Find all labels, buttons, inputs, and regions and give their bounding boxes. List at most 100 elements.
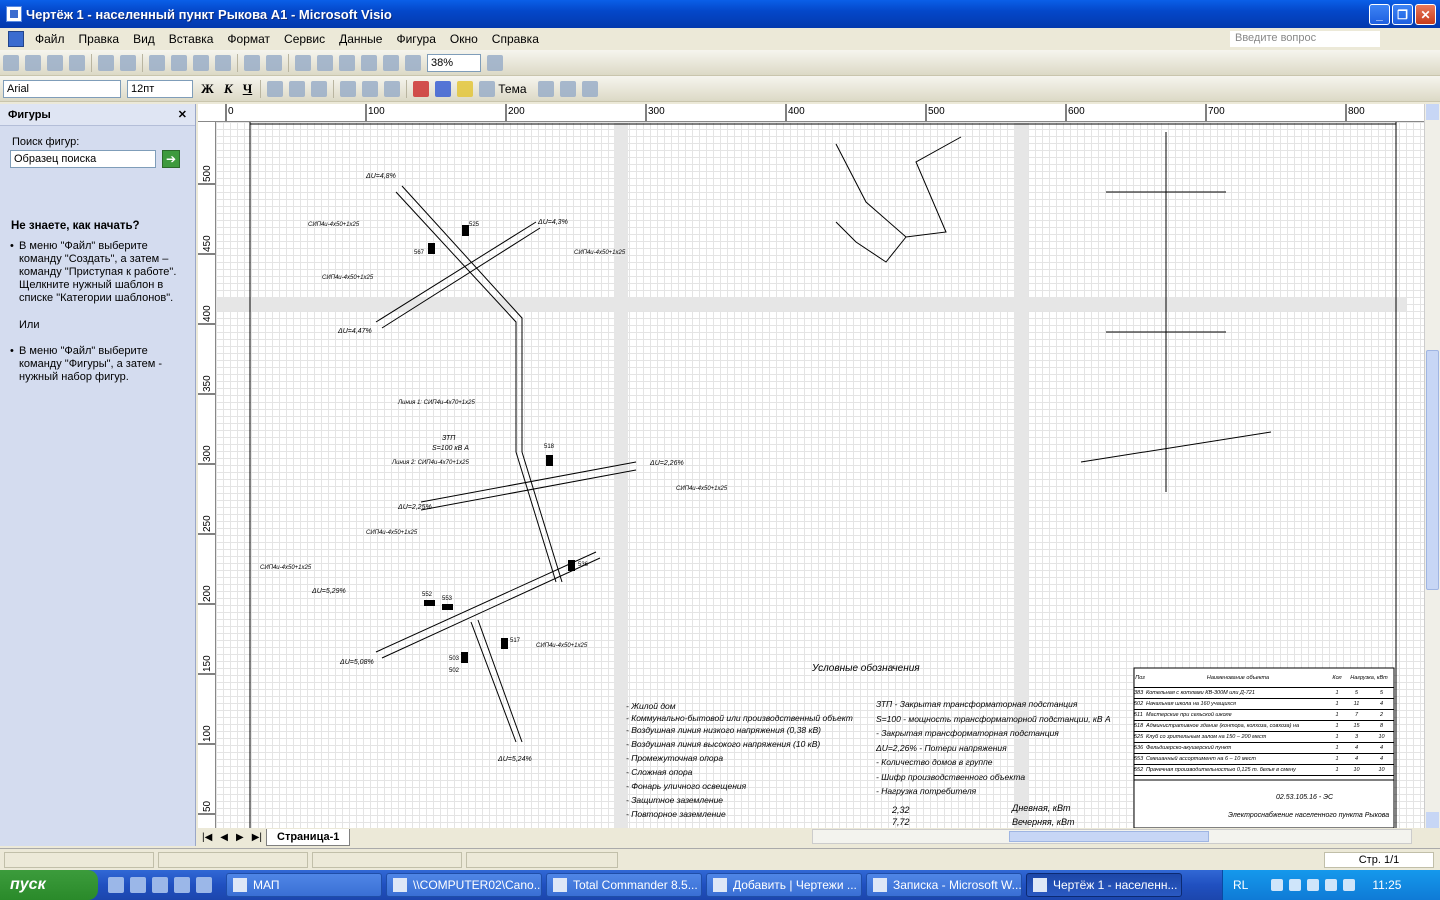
maximize-button[interactable]: ❐ bbox=[1392, 4, 1413, 25]
line-weight-icon[interactable] bbox=[537, 80, 554, 97]
menu-file[interactable]: Файл bbox=[28, 32, 72, 46]
save-icon[interactable] bbox=[47, 54, 63, 71]
ruler-label: 50 bbox=[202, 800, 213, 812]
legend-item: - Фонарь уличного освещения bbox=[626, 781, 747, 791]
font-color-icon[interactable] bbox=[413, 80, 430, 97]
font-size-select[interactable]: 12пт bbox=[127, 79, 193, 98]
search-go-button[interactable]: ➔ bbox=[162, 150, 180, 168]
align-center-icon[interactable] bbox=[289, 80, 306, 97]
horizontal-scroll-thumb[interactable] bbox=[1009, 831, 1209, 842]
tray-icon[interactable] bbox=[1289, 879, 1302, 891]
table-row: 553 Смешанный ассортимент на 6 – 10 мест 1… bbox=[1134, 754, 1394, 765]
taskbar-button-visio[interactable]: Чертёж 1 - населенн... bbox=[1026, 873, 1182, 897]
align-right-icon[interactable] bbox=[311, 80, 328, 97]
fill-color-icon[interactable] bbox=[457, 80, 474, 97]
app-icon[interactable] bbox=[174, 877, 190, 893]
taskbar-button-totalcmd[interactable]: Total Commander 8.5... bbox=[546, 873, 702, 897]
minimize-button[interactable]: _ bbox=[1369, 4, 1390, 25]
tab-page-1[interactable]: Страница-1 bbox=[266, 828, 351, 846]
redo-icon[interactable] bbox=[266, 54, 282, 71]
spelling-icon[interactable] bbox=[120, 54, 136, 71]
text-tool-icon[interactable] bbox=[361, 54, 377, 71]
line-color-icon[interactable] bbox=[435, 80, 452, 97]
taskbar-button-map[interactable]: МАП bbox=[226, 873, 382, 897]
pointer-icon[interactable] bbox=[317, 54, 333, 71]
menu-format[interactable]: Формат bbox=[220, 32, 277, 46]
drawing-canvas[interactable]: ΔU=4,8% ΔU=4,3% ΔU=4,47% ΔU=2,26% ΔU=2,2… bbox=[216, 122, 1424, 828]
prev-page-icon[interactable]: ◀ bbox=[220, 832, 228, 843]
pan-zoom-icon[interactable] bbox=[405, 54, 421, 71]
menu-help[interactable]: Справка bbox=[485, 32, 546, 46]
desktop-icon[interactable] bbox=[130, 877, 146, 893]
line-ends-icon[interactable] bbox=[581, 80, 598, 97]
ruler-label: 300 bbox=[202, 445, 213, 462]
doc-icon[interactable] bbox=[196, 877, 212, 893]
document-icon[interactable] bbox=[8, 31, 24, 47]
ie-icon[interactable] bbox=[108, 877, 124, 893]
format-painter-icon[interactable] bbox=[215, 54, 231, 71]
ruler-label: 250 bbox=[202, 515, 213, 532]
print-preview-icon[interactable] bbox=[98, 54, 114, 71]
taskbar-button-word[interactable]: Записка - Microsoft W... bbox=[866, 873, 1022, 897]
bold-button[interactable]: Ж bbox=[201, 81, 214, 97]
tray-icon[interactable] bbox=[1271, 879, 1284, 891]
next-page-icon[interactable]: ▶ bbox=[236, 832, 244, 843]
shape-search-input[interactable]: Образец поиска bbox=[10, 150, 156, 168]
cut-icon[interactable] bbox=[149, 54, 165, 71]
stamp-icon[interactable] bbox=[383, 54, 399, 71]
tray-icon[interactable] bbox=[1307, 879, 1320, 891]
taskbar-button-browser[interactable]: Добавить | Чертежи ... bbox=[706, 873, 862, 897]
vertical-scrollbar[interactable] bbox=[1424, 104, 1440, 828]
bullets-icon[interactable] bbox=[340, 80, 357, 97]
copy-icon[interactable] bbox=[171, 54, 187, 71]
legend-item: - Защитное заземление bbox=[626, 795, 724, 805]
italic-button[interactable]: К bbox=[224, 81, 233, 97]
tray-icon[interactable] bbox=[1343, 879, 1356, 891]
theme-button[interactable]: Тема bbox=[498, 82, 526, 96]
help-icon[interactable] bbox=[487, 54, 503, 71]
language-indicator[interactable]: RL bbox=[1233, 878, 1248, 892]
table-row: 502 Начальная школа на 160 учащихся 1 11 4 bbox=[1134, 699, 1394, 710]
menu-tools[interactable]: Сервис bbox=[277, 32, 332, 46]
undo-icon[interactable] bbox=[244, 54, 260, 71]
open-icon[interactable] bbox=[25, 54, 41, 71]
paste-icon[interactable] bbox=[193, 54, 209, 71]
help-search-input[interactable]: Введите вопрос bbox=[1230, 31, 1380, 47]
new-icon[interactable] bbox=[3, 54, 19, 71]
menu-window[interactable]: Окно bbox=[443, 32, 485, 46]
connector-icon[interactable] bbox=[339, 54, 355, 71]
outdent-icon[interactable] bbox=[384, 80, 401, 97]
theme-icon[interactable] bbox=[479, 80, 496, 97]
menu-insert[interactable]: Вставка bbox=[162, 32, 221, 46]
close-pane-icon[interactable]: ✕ bbox=[178, 108, 187, 121]
first-page-icon[interactable]: |◀ bbox=[202, 832, 212, 843]
line-pattern-icon[interactable] bbox=[559, 80, 576, 97]
menu-view[interactable]: Вид bbox=[126, 32, 162, 46]
ruler-label: 400 bbox=[788, 106, 805, 117]
page-tabs-row: |◀ ◀ ▶ ▶| Страница-1 bbox=[198, 828, 1440, 846]
taskbar-button-network[interactable]: \\COMPUTER02\Cano... bbox=[386, 873, 542, 897]
align-left-icon[interactable] bbox=[267, 80, 284, 97]
indent-icon[interactable] bbox=[362, 80, 379, 97]
close-button[interactable]: ✕ bbox=[1415, 4, 1436, 25]
power-label: S=100 кВ А bbox=[432, 445, 469, 452]
underline-button[interactable]: Ч bbox=[243, 81, 253, 97]
font-select[interactable]: Arial bbox=[3, 79, 121, 98]
start-button[interactable]: пуск bbox=[0, 870, 98, 900]
last-page-icon[interactable]: ▶| bbox=[252, 832, 262, 843]
menu-data[interactable]: Данные bbox=[332, 32, 389, 46]
menu-edit[interactable]: Правка bbox=[72, 32, 127, 46]
zoom-select[interactable]: 38% bbox=[427, 53, 481, 72]
menu-shape[interactable]: Фигура bbox=[389, 32, 442, 46]
scroll-down-icon[interactable] bbox=[1426, 812, 1439, 828]
print-icon[interactable] bbox=[69, 54, 85, 71]
horizontal-scrollbar[interactable] bbox=[812, 829, 1412, 844]
tray-icon[interactable] bbox=[1325, 879, 1338, 891]
scroll-up-icon[interactable] bbox=[1426, 104, 1439, 120]
day-load-label: Дневная, кВт bbox=[1012, 803, 1071, 813]
ruler-label: 450 bbox=[202, 235, 213, 252]
media-icon[interactable] bbox=[152, 877, 168, 893]
vertical-scroll-thumb[interactable] bbox=[1426, 350, 1439, 590]
shapes-icon[interactable] bbox=[295, 54, 311, 71]
table-row: 518 Административное здание (контора, кол… bbox=[1134, 721, 1394, 732]
